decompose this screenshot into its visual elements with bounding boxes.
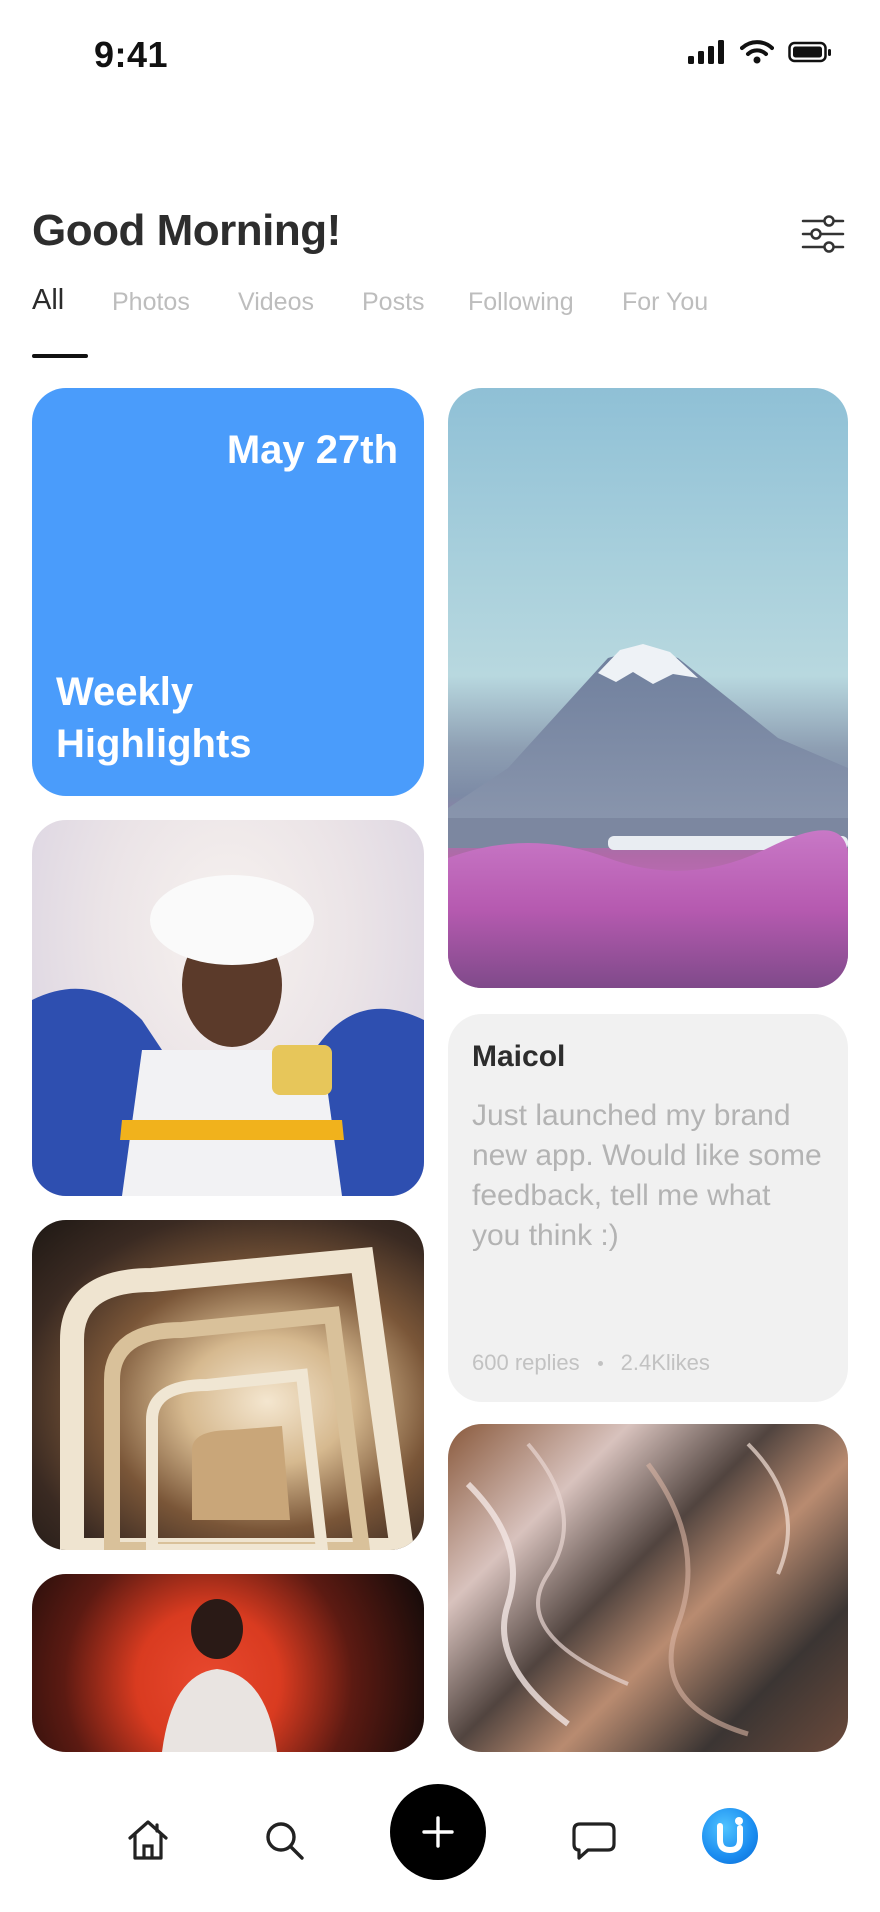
wifi-icon: [740, 40, 774, 69]
avatar-logo: [717, 1817, 743, 1854]
battery-icon: [788, 40, 832, 69]
text-post-card[interactable]: Maicol Just launched my brand new app. W…: [448, 1014, 848, 1402]
post-stats: 600 replies 2.4Klikes: [472, 1350, 710, 1376]
portrait-photo: [162, 1599, 277, 1752]
separator-dot: [597, 1360, 603, 1366]
abstract-photo: [465, 1442, 790, 1737]
page-title: Good Morning!: [32, 206, 341, 255]
feed-grid: May 27th Weekly Highlights Maicol Just l…: [0, 388, 880, 1752]
tab-for-you[interactable]: For You: [622, 288, 708, 317]
fashion-photo-card[interactable]: [32, 820, 424, 1196]
filter-icon: [801, 215, 845, 253]
home-icon: [128, 1820, 168, 1860]
mountain-photo: [448, 644, 848, 988]
status-icons: [688, 40, 832, 69]
tab-videos[interactable]: Videos: [238, 288, 314, 317]
highlight-date: May 27th: [226, 428, 398, 472]
weekly-highlights-card[interactable]: May 27th Weekly Highlights: [32, 388, 424, 796]
nav-home[interactable]: [120, 1812, 176, 1868]
abstract-photo-card[interactable]: [448, 1424, 848, 1752]
signal-icon: [688, 40, 726, 69]
plus-icon: [422, 1816, 454, 1848]
nav-messages[interactable]: [566, 1812, 622, 1868]
tab-following[interactable]: Following: [468, 288, 574, 317]
status-time: 9:41: [94, 34, 169, 75]
filter-button[interactable]: [800, 214, 846, 254]
post-replies[interactable]: 600 replies: [472, 1350, 580, 1376]
staircase-photo-card[interactable]: [32, 1220, 424, 1550]
category-tabs: All Photos Videos Posts Following For Yo…: [32, 284, 872, 362]
nav-search[interactable]: [256, 1812, 312, 1868]
portrait-photo-card[interactable]: [32, 1574, 424, 1752]
tab-photos[interactable]: Photos: [112, 288, 190, 317]
fashion-photo: [32, 875, 424, 1196]
tab-all[interactable]: All: [32, 284, 64, 317]
search-icon: [266, 1822, 304, 1860]
mountain-photo-card[interactable]: [448, 388, 848, 988]
post-likes[interactable]: 2.4Klikes: [621, 1350, 710, 1376]
highlight-title-line1: Weekly: [56, 670, 194, 714]
status-bar: 9:41: [0, 0, 880, 110]
active-tab-indicator: [32, 354, 88, 358]
profile-avatar[interactable]: [702, 1808, 758, 1864]
tab-posts[interactable]: Posts: [362, 288, 425, 317]
post-author: Maicol: [472, 1040, 566, 1073]
chat-icon: [572, 1822, 616, 1860]
highlight-title: Weekly Highlights: [56, 666, 252, 770]
highlight-title-line2: Highlights: [56, 722, 252, 766]
staircase-photo: [60, 1246, 415, 1550]
post-text: Just launched my brand new app. Would li…: [472, 1099, 822, 1252]
bottom-nav: [0, 1752, 880, 1912]
create-button[interactable]: [390, 1784, 486, 1880]
